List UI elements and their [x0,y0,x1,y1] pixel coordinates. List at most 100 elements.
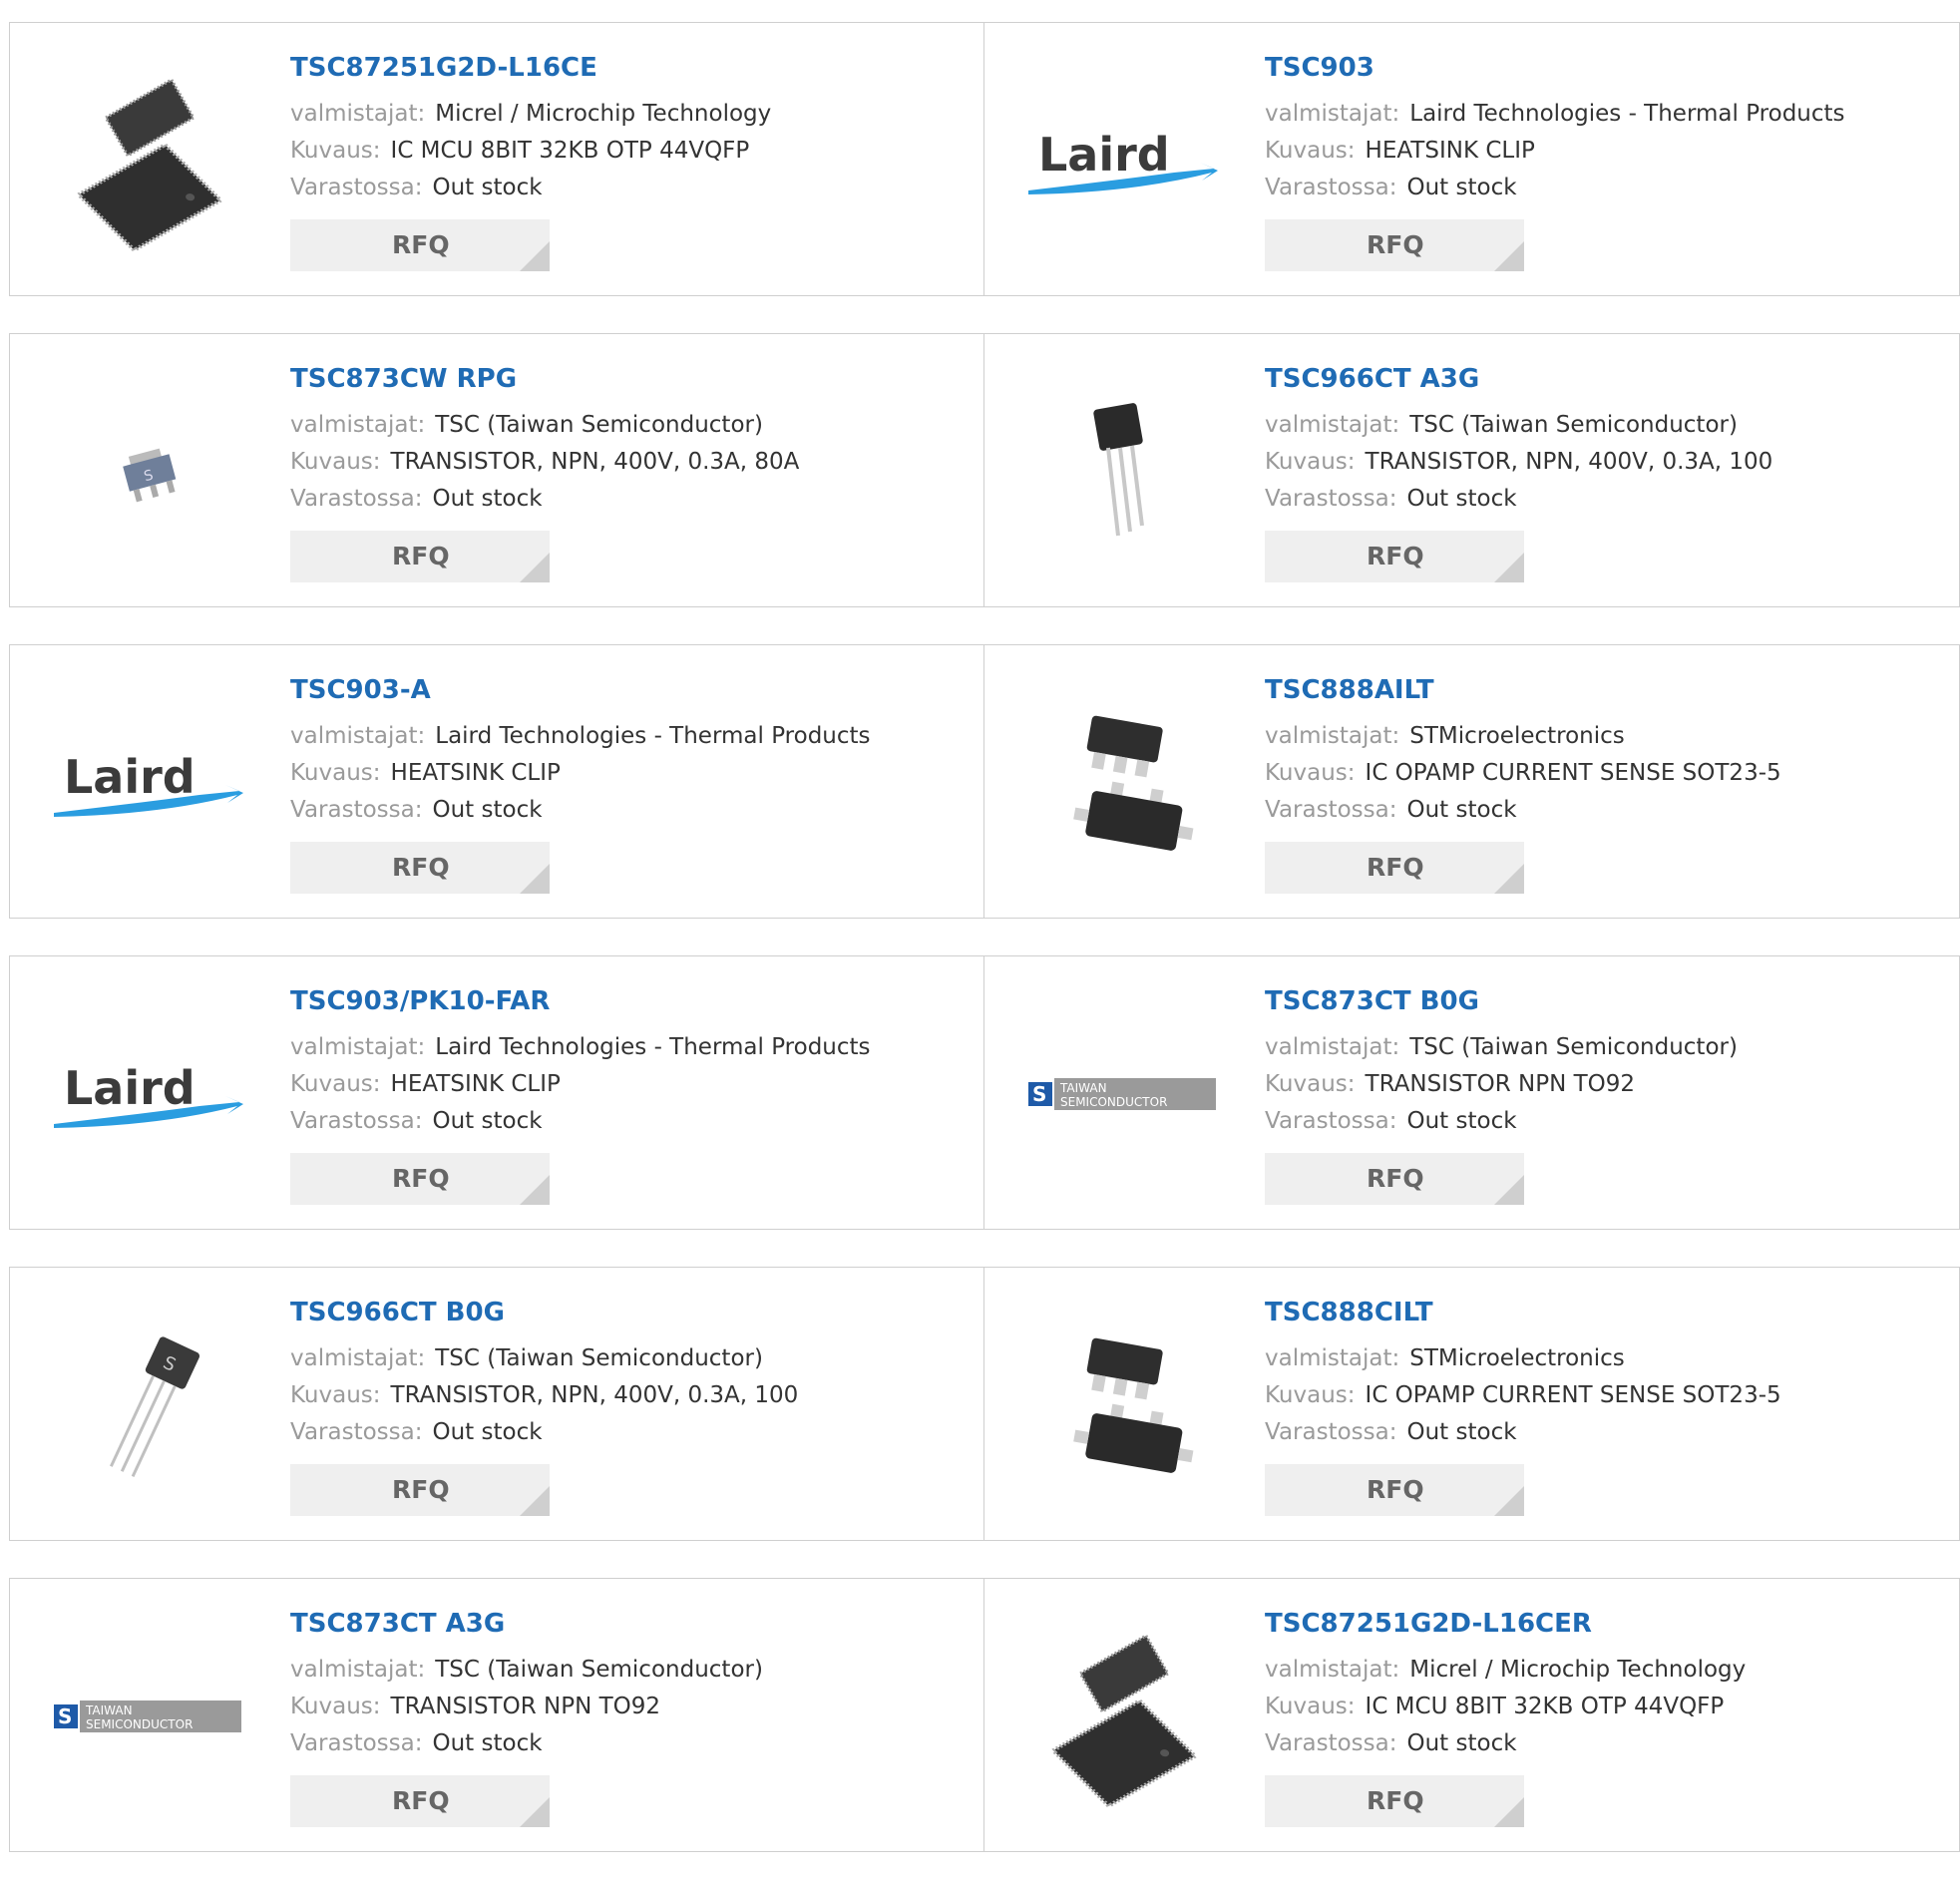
product-info: TSC888AILT valmistajat: STMicroelectronic… [1265,673,1939,894]
laird-logo[interactable]: Laird [50,685,249,885]
rfq-button[interactable]: RFQ [1265,1775,1524,1827]
rfq-button[interactable]: RFQ [290,219,550,271]
stock-value: Out stock [432,175,543,200]
rfq-label: RFQ [1367,1786,1424,1815]
rfq-button[interactable]: RFQ [290,1464,550,1516]
rfq-button[interactable]: RFQ [290,1153,550,1205]
part-number-link[interactable]: TSC966CT A3G [1265,362,1939,396]
description-value: IC MCU 8BIT 32KB OTP 44VQFP [390,138,750,164]
stock-value: Out stock [1406,175,1517,200]
product-info: TSC903-A valmistajat: Laird Technologies … [290,673,964,894]
part-number-link[interactable]: TSC966CT B0G [290,1296,964,1329]
description-line: Kuvaus: TRANSISTOR NPN TO92 [1265,1066,1939,1103]
laird-logo-text: Laird [64,1061,196,1115]
rfq-label: RFQ [1367,230,1424,259]
description-value: HEATSINK CLIP [1365,138,1535,164]
description-value: TRANSISTOR NPN TO92 [390,1694,661,1719]
rfq-label: RFQ [392,1164,450,1193]
product-card: TSC87251G2D-L16CER valmistajat: Micrel / … [984,1578,1960,1852]
manufacturer-value: STMicroelectronics [1409,723,1625,749]
manufacturer-line: valmistajat: TSC (Taiwan Semiconductor) [290,1340,964,1377]
manufacturer-label: valmistajat: [290,101,426,127]
part-number-link[interactable]: TSC903 [1265,51,1939,85]
button-corner-decoration [520,1486,550,1516]
stock-label: Varastossa: [290,1419,423,1445]
part-number-link[interactable]: TSC873CT A3G [290,1607,964,1641]
button-corner-decoration [1494,241,1524,271]
stock-label: Varastossa: [1265,175,1397,200]
product-info: TSC966CT B0G valmistajat: TSC (Taiwan Sem… [290,1296,964,1516]
rfq-button[interactable]: RFQ [1265,842,1524,894]
stock-label: Varastossa: [290,1730,423,1756]
description-label: Kuvaus: [290,1382,381,1408]
rfq-button[interactable]: RFQ [1265,531,1524,582]
manufacturer-line: valmistajat: TSC (Taiwan Semiconductor) [1265,1029,1939,1066]
part-number-link[interactable]: TSC87251G2D-L16CER [1265,1607,1939,1641]
laird-logo[interactable]: Laird [50,996,249,1196]
rfq-button[interactable]: RFQ [290,531,550,582]
description-line: Kuvaus: IC MCU 8BIT 32KB OTP 44VQFP [290,133,964,170]
stock-value: Out stock [1406,1730,1517,1756]
part-number-link[interactable]: TSC873CW RPG [290,362,964,396]
manufacturer-value: Laird Technologies - Thermal Products [435,1034,871,1060]
part-number-link[interactable]: TSC873CT B0G [1265,984,1939,1018]
description-label: Kuvaus: [1265,1382,1356,1408]
manufacturer-line: valmistajat: TSC (Taiwan Semiconductor) [290,407,964,444]
part-number-link[interactable]: TSC903-A [290,673,964,707]
description-label: Kuvaus: [290,138,381,164]
button-corner-decoration [520,1797,550,1827]
sot23-chip-icon[interactable] [1024,1308,1224,1507]
logo-line-1: TAIWAN [1059,1081,1107,1095]
qfp-chip-icon[interactable] [50,63,249,262]
taiwan-semiconductor-logo[interactable]: S TAIWAN SEMICONDUCTOR [1024,996,1224,1196]
rfq-label: RFQ [1367,1164,1424,1193]
stock-label: Varastossa: [1265,486,1397,512]
stock-line: Varastossa: Out stock [1265,170,1939,206]
description-label: Kuvaus: [1265,138,1356,164]
to92-transistor-icon[interactable] [1024,374,1224,573]
rfq-button[interactable]: RFQ [1265,1153,1524,1205]
description-value: TRANSISTOR, NPN, 400V, 0.3A, 100 [1365,449,1773,475]
product-info: TSC903/PK10-FAR valmistajat: Laird Techno… [290,984,964,1205]
laird-logo[interactable]: Laird [1024,63,1224,262]
rfq-button[interactable]: RFQ [290,1775,550,1827]
manufacturer-label: valmistajat: [1265,101,1400,127]
description-line: Kuvaus: TRANSISTOR NPN TO92 [290,1689,964,1725]
description-value: HEATSINK CLIP [390,1071,561,1097]
stock-value: Out stock [432,1419,543,1445]
description-line: Kuvaus: HEATSINK CLIP [1265,133,1939,170]
button-corner-decoration [1494,553,1524,582]
product-card: S TAIWAN SEMICONDUCTOR TSC873CT B0G valm… [984,955,1960,1230]
rfq-button[interactable]: RFQ [290,842,550,894]
stock-label: Varastossa: [290,486,423,512]
stock-value: Out stock [432,1108,543,1134]
stock-line: Varastossa: Out stock [1265,481,1939,518]
part-number-link[interactable]: TSC903/PK10-FAR [290,984,964,1018]
manufacturer-line: valmistajat: STMicroelectronics [1265,718,1939,755]
rfq-button[interactable]: RFQ [1265,219,1524,271]
sot23-chip-icon[interactable] [1024,685,1224,885]
sot-chip-icon[interactable]: S [50,374,249,573]
stock-line: Varastossa: Out stock [290,1725,964,1762]
part-number-link[interactable]: TSC888AILT [1265,673,1939,707]
description-value: TRANSISTOR, NPN, 400V, 0.3A, 80A [390,449,800,475]
manufacturer-value: TSC (Taiwan Semiconductor) [435,1657,763,1683]
stock-line: Varastossa: Out stock [1265,1103,1939,1140]
rfq-button[interactable]: RFQ [1265,1464,1524,1516]
part-number-link[interactable]: TSC87251G2D-L16CE [290,51,964,85]
manufacturer-value: STMicroelectronics [1409,1345,1625,1371]
description-line: Kuvaus: IC MCU 8BIT 32KB OTP 44VQFP [1265,1689,1939,1725]
description-label: Kuvaus: [1265,449,1356,475]
laird-logo-text: Laird [1038,128,1170,182]
product-card: S TSC873CW RPG valmistajat: TSC (Taiwan S… [9,333,984,607]
product-card: Laird TSC903-A valmistajat: Laird Technol… [9,644,984,919]
to92-angled-transistor-icon[interactable]: S [50,1308,249,1507]
taiwan-semiconductor-logo[interactable]: S TAIWAN SEMICONDUCTOR [50,1619,249,1818]
qfp-chip-icon[interactable] [1024,1619,1224,1818]
manufacturer-value: Micrel / Microchip Technology [435,101,772,127]
description-value: TRANSISTOR NPN TO92 [1365,1071,1636,1097]
rfq-label: RFQ [392,853,450,882]
description-value: IC MCU 8BIT 32KB OTP 44VQFP [1365,1694,1725,1719]
part-number-link[interactable]: TSC888CILT [1265,1296,1939,1329]
rfq-label: RFQ [392,1786,450,1815]
